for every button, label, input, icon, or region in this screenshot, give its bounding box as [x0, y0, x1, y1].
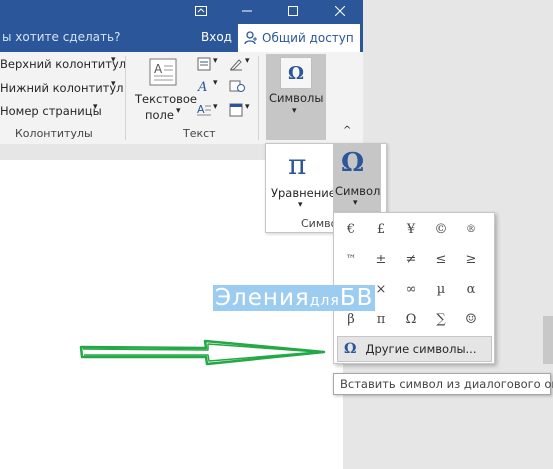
- drop-cap-icon[interactable]: A: [197, 102, 211, 121]
- svg-text:A: A: [197, 103, 205, 116]
- textbox-label-line1[interactable]: Текстовое: [135, 92, 197, 106]
- svg-text:A: A: [197, 80, 207, 93]
- restore-ribbon-icon[interactable]: [178, 0, 224, 22]
- scrollbar-thumb[interactable]: [543, 316, 553, 364]
- omega-icon: Ω: [341, 148, 365, 178]
- symbol-cell[interactable]: ±: [367, 245, 395, 273]
- text-group-label: Текст: [183, 127, 216, 140]
- symbol-cell[interactable]: ™: [337, 245, 365, 273]
- more-symbols-label: Другие символы...: [365, 342, 477, 356]
- symbol-cell[interactable]: ©: [427, 215, 455, 243]
- symbol-cell[interactable]: ☺: [457, 305, 485, 333]
- signature-arrow-icon[interactable]: ▾: [245, 56, 250, 66]
- symbol-cell[interactable]: ≤: [427, 245, 455, 273]
- omega-icon: Ω: [280, 57, 312, 89]
- page-number-dropdown-arrow-icon[interactable]: ▾: [93, 102, 98, 112]
- maximize-icon[interactable]: [270, 0, 316, 22]
- textbox-label-line2[interactable]: поле: [145, 108, 174, 122]
- group-separator: [258, 56, 259, 140]
- symbol-dropdown-arrow-icon: ▾: [353, 198, 358, 208]
- symbol-label: Символ: [335, 184, 381, 198]
- signature-line-icon[interactable]: [229, 56, 243, 75]
- symbol-cell[interactable]: ∑: [427, 305, 455, 333]
- ribbon: Верхний колонтитул ▾ Нижний колонтитул ▾…: [0, 52, 363, 145]
- symbol-button[interactable]: Ω Символ ▾: [333, 144, 381, 214]
- login-link[interactable]: Вход: [201, 30, 232, 44]
- symbol-cell[interactable]: ≥: [457, 245, 485, 273]
- drop-cap-arrow-icon[interactable]: ▾: [213, 102, 218, 112]
- symbol-cell[interactable]: ¥: [397, 215, 425, 243]
- symbol-cell[interactable]: ®: [457, 215, 485, 243]
- symbol-cell[interactable]: µ: [427, 275, 455, 303]
- equation-dropdown-arrow-icon: ▾: [298, 200, 303, 210]
- wordart-arrow-icon[interactable]: ▾: [213, 78, 218, 88]
- more-symbols-tooltip: Вставить символ из диалогового окна: [333, 373, 553, 395]
- symbol-cell[interactable]: Ω: [397, 305, 425, 333]
- close-icon[interactable]: [317, 0, 363, 22]
- symbols-button[interactable]: Ω Символы ▾: [266, 54, 326, 140]
- symbol-cell[interactable]: £: [367, 215, 395, 243]
- more-symbols-button[interactable]: Ω Другие символы...: [337, 336, 492, 362]
- textbox-dropdown-arrow-icon[interactable]: ▾: [176, 106, 181, 116]
- header-dropdown-arrow-icon[interactable]: ▾: [111, 55, 116, 65]
- tell-me-input[interactable]: ы хотите сделать?: [2, 30, 120, 44]
- green-arrow-annotation: [79, 339, 326, 366]
- symbol-cell[interactable]: €: [337, 215, 365, 243]
- pi-icon: π: [288, 148, 307, 181]
- share-label: Общий доступ: [262, 31, 354, 45]
- collapse-ribbon-icon[interactable]: ^: [343, 125, 351, 136]
- equation-button[interactable]: π Уравнение ▾: [270, 148, 336, 212]
- footer-button[interactable]: Нижний колонтитул: [0, 81, 124, 95]
- group-separator: [125, 56, 126, 140]
- title-bar: [0, 0, 363, 22]
- symbols-dropdown-arrow-icon: ▾: [292, 106, 297, 116]
- minimize-icon[interactable]: [224, 0, 270, 22]
- watermark-part: для: [309, 293, 340, 309]
- wordart-icon[interactable]: A: [197, 78, 211, 97]
- header-button[interactable]: Верхний колонтитул: [0, 57, 126, 71]
- symbols-label: Символы: [269, 91, 324, 105]
- svg-text:A: A: [154, 62, 163, 76]
- date-time-icon[interactable]: [229, 78, 245, 97]
- object-arrow-icon[interactable]: ▾: [245, 102, 250, 112]
- equation-label: Уравнение: [271, 186, 336, 200]
- page-number-button[interactable]: Номер страницы: [0, 104, 102, 118]
- symbol-cell[interactable]: ≠: [397, 245, 425, 273]
- watermark-part: ия: [278, 285, 310, 311]
- omega-icon: Ω: [344, 341, 357, 357]
- quick-parts-icon[interactable]: [197, 56, 211, 75]
- quick-parts-arrow-icon[interactable]: ▾: [213, 56, 218, 66]
- textbox-icon[interactable]: A: [149, 58, 177, 90]
- person-icon: [244, 31, 258, 45]
- watermark-part: БВ: [339, 285, 374, 311]
- header-footer-group-label: Колонтитулы: [15, 127, 93, 140]
- watermark: ЭлениядляБВ: [213, 285, 376, 311]
- object-icon[interactable]: [229, 102, 243, 121]
- share-button[interactable]: Общий доступ: [238, 24, 360, 52]
- footer-dropdown-arrow-icon[interactable]: ▾: [111, 79, 116, 89]
- symbol-cell[interactable]: ∞: [397, 275, 425, 303]
- watermark-part: Элен: [215, 285, 279, 311]
- symbol-cell[interactable]: α: [457, 275, 485, 303]
